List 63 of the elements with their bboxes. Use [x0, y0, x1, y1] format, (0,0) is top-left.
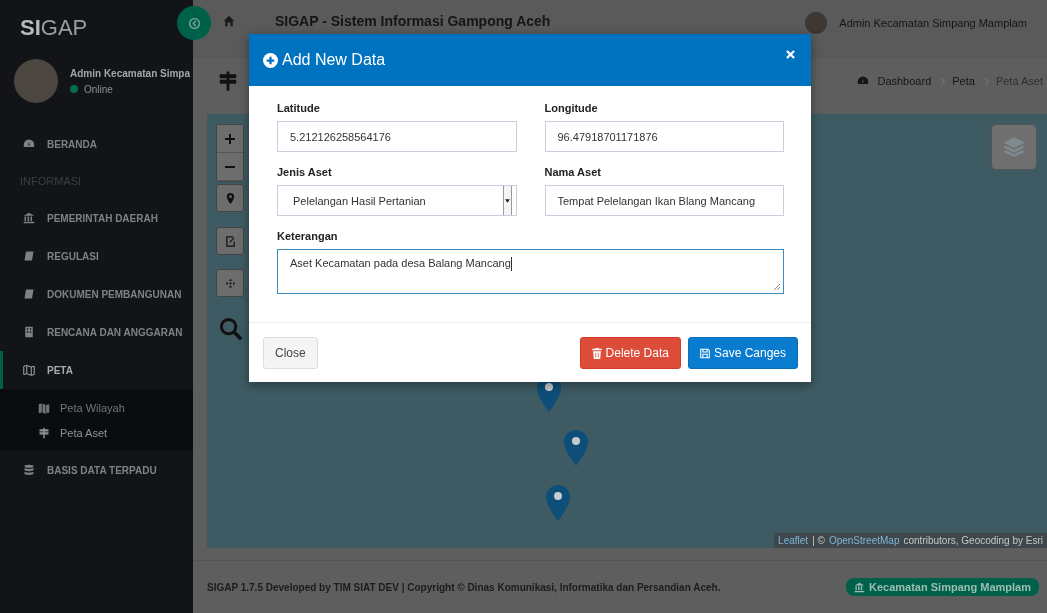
submenu-item[interactable]: Peta Aset: [0, 420, 193, 445]
crosshair-icon[interactable]: [216, 269, 244, 297]
map-icon: [23, 364, 35, 376]
breadcrumb-link[interactable]: Peta: [952, 75, 975, 87]
menu-item[interactable]: BASIS DATA TERPADU: [0, 451, 193, 489]
location-pin-icon[interactable]: [216, 184, 244, 212]
submenu-item[interactable]: Peta Wilayah: [0, 395, 193, 420]
app-logo[interactable]: SIGAP: [20, 14, 88, 41]
save-icon: [699, 347, 710, 359]
signpost-icon: [217, 70, 239, 92]
attribution-link[interactable]: OpenStreetMap: [828, 535, 900, 546]
home-icon[interactable]: [223, 15, 235, 27]
trash-icon: [591, 347, 602, 359]
attribution-text: | ©: [812, 535, 825, 546]
field-label: Keterangan: [277, 230, 339, 242]
field-label: Longitude: [544, 102, 599, 114]
arrow-circle-icon: [187, 16, 201, 30]
attribution-text: contributors, Geocoding by Esri: [903, 535, 1043, 546]
menu-item[interactable]: REGULASI: [0, 237, 193, 275]
book-icon: [23, 288, 35, 300]
gauge-icon: [23, 138, 35, 150]
bank-icon: [854, 581, 865, 593]
footer-text: SIGAP 1.7.5 Developed by TIM SIAT DEV | Copyright © Dinas Komunikasi, Informatika dan Persandian Aceh.: [207, 581, 721, 593]
delete-button[interactable]: Delete Data: [579, 337, 681, 369]
textarea-field[interactable]: Aset Kecamatan pada desa Balang Mancang: [277, 249, 784, 294]
resize-grip-icon[interactable]: [773, 283, 781, 291]
bank-icon: [23, 212, 35, 224]
user-status: Online: [70, 83, 191, 95]
map-marker-icon[interactable]: [564, 430, 588, 466]
close-button[interactable]: Close: [263, 337, 318, 369]
layers-icon[interactable]: [991, 124, 1037, 170]
menu-item[interactable]: RENCANA DAN ANGGARAN: [0, 313, 193, 351]
save-button[interactable]: Save Canges: [687, 337, 798, 369]
signpost-icon: [38, 426, 50, 439]
dropdown-icon: [502, 186, 512, 215]
user-name[interactable]: Admin Kecamatan Simpang Mamplam: [839, 17, 1027, 29]
field-label: Jenis Aset: [277, 166, 333, 178]
location-badge: Kecamatan Simpang Mamplam: [846, 578, 1039, 596]
select-field[interactable]: Pelelangan Hasil Pertanian: [277, 185, 517, 216]
zoom-in-icon[interactable]: [217, 125, 243, 153]
menu-item[interactable]: PEMERINTAH DAERAH: [0, 199, 193, 237]
dashboard-icon: [857, 75, 870, 87]
input-field[interactable]: 96.47918701171876: [544, 121, 784, 152]
breadcrumb-link[interactable]: Dashboard: [877, 75, 932, 87]
edit-icon[interactable]: [216, 227, 244, 255]
db-icon: [23, 464, 35, 476]
app-title: SIGAP - Sistem Informasi Gampong Aceh: [275, 12, 551, 30]
book-icon: [23, 250, 35, 262]
field-label: Nama Aset: [544, 166, 602, 178]
avatar: [14, 59, 58, 103]
menu-item[interactable]: BERANDA: [0, 125, 193, 163]
map-icon: [38, 401, 50, 414]
map-marker-icon[interactable]: [546, 485, 570, 521]
dialog-title: Add New Data: [263, 51, 386, 69]
plus-circle-icon: [263, 52, 278, 68]
field-label: Latitude: [277, 102, 321, 114]
user-name: Admin Kecamatan Simpa: [70, 67, 191, 79]
menu-item[interactable]: DOKUMEN PEMBANGUNAN: [0, 275, 193, 313]
close-icon[interactable]: [786, 50, 798, 62]
input-field[interactable]: 5.212126258564176: [277, 121, 517, 152]
building-icon: [23, 326, 35, 338]
attribution-link[interactable]: Leaflet: [778, 535, 809, 546]
input-field[interactable]: Tempat Pelelangan Ikan Blang Mancang: [544, 185, 784, 216]
